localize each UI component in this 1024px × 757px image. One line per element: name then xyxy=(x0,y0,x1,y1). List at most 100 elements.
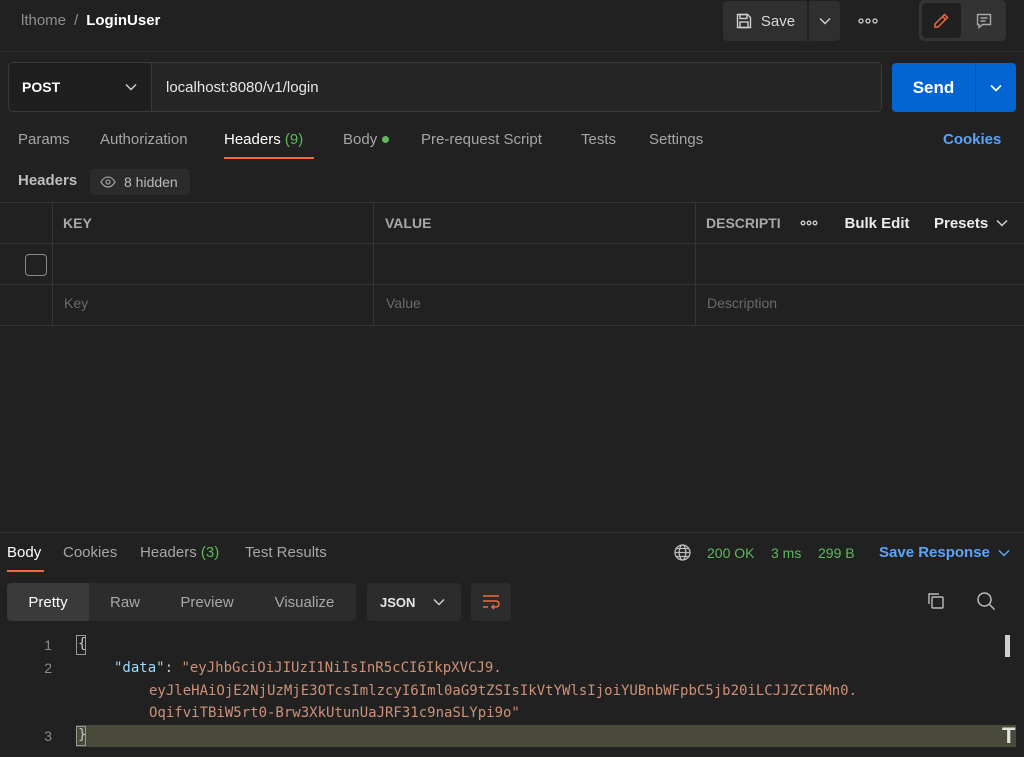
save-response-button[interactable]: Save Response xyxy=(879,544,1010,561)
code-close-brace: } xyxy=(78,727,87,743)
language-select[interactable]: JSON xyxy=(367,583,461,621)
format-tab-preview[interactable]: Preview xyxy=(161,583,253,621)
more-horizontal-icon xyxy=(800,220,818,226)
breadcrumb-separator: / xyxy=(74,12,79,29)
save-response-label: Save Response xyxy=(879,544,990,561)
tab-params[interactable]: Params xyxy=(18,131,70,148)
breadcrumb: lthome / LoginUser xyxy=(21,12,160,29)
line-number: 3 xyxy=(44,728,52,744)
cookies-link[interactable]: Cookies xyxy=(943,131,1001,148)
table-column-divider xyxy=(695,202,696,326)
save-dropdown-button[interactable] xyxy=(809,1,840,41)
code-line-2: "data": "eyJhbGciOiJIUzI1NiIsInR5cCI6Ikp… xyxy=(114,660,502,676)
response-time[interactable]: 3 ms xyxy=(771,545,801,561)
comment-icon xyxy=(975,12,993,30)
tab-body[interactable]: Body xyxy=(343,131,390,148)
tab-headers-count: (9) xyxy=(284,131,304,148)
response-code-view[interactable]: 1 2 3 { "data": "eyJhbGciOiJIUzI1NiIsInR… xyxy=(0,632,1024,757)
response-tab-headers-label: Headers xyxy=(140,544,197,561)
globe-icon[interactable] xyxy=(673,543,692,562)
description-input[interactable]: Description xyxy=(707,295,777,311)
line-number: 2 xyxy=(44,660,52,676)
request-name[interactable]: LoginUser xyxy=(86,12,160,29)
mode-toggle xyxy=(919,0,1006,41)
tab-authorization[interactable]: Authorization xyxy=(100,131,188,148)
table-border xyxy=(0,243,1024,244)
response-tab-body[interactable]: Body xyxy=(7,544,41,561)
more-horizontal-icon xyxy=(858,18,878,24)
comment-mode-button[interactable] xyxy=(965,3,1004,38)
json-colon: : xyxy=(164,660,182,676)
chevron-down-icon xyxy=(818,17,831,25)
save-label: Save xyxy=(760,12,796,30)
response-tab-headers[interactable]: Headers (3) xyxy=(140,544,219,561)
json-key: "data" xyxy=(114,660,165,676)
send-group: Send xyxy=(892,63,1016,112)
method-select[interactable]: POST xyxy=(9,63,152,111)
tab-pre-request-script[interactable]: Pre-request Script xyxy=(421,131,542,148)
headers-table: KEY VALUE DESCRIPTI Bulk Edit Presets Ke… xyxy=(0,202,1024,326)
pencil-icon xyxy=(932,12,950,30)
active-response-tab-indicator xyxy=(7,570,44,572)
format-tab-pretty[interactable]: Pretty xyxy=(7,583,89,621)
body-modified-dot xyxy=(382,135,390,143)
row-enable-checkbox[interactable] xyxy=(25,254,47,276)
value-input[interactable]: Value xyxy=(386,295,421,311)
response-tab-test-results[interactable]: Test Results xyxy=(245,544,327,561)
json-value-part1: "eyJhbGciOiJIUzI1NiIsInR5cCI6IkpXVCJ9. xyxy=(181,660,502,676)
key-input[interactable]: Key xyxy=(64,295,88,311)
save-button[interactable]: Save xyxy=(723,1,807,41)
edit-mode-button[interactable] xyxy=(922,3,961,38)
wrap-lines-button[interactable] xyxy=(471,583,511,621)
tab-tests[interactable]: Tests xyxy=(581,131,616,148)
column-header-value: VALUE xyxy=(385,215,432,231)
chevron-down-icon xyxy=(998,549,1010,557)
more-options-button[interactable] xyxy=(852,10,884,32)
table-column-divider xyxy=(373,202,374,326)
bulk-edit-button[interactable]: Bulk Edit xyxy=(832,215,922,232)
column-header-key: KEY xyxy=(63,215,92,231)
tab-headers-label: Headers xyxy=(224,131,281,148)
breadcrumb-workspace[interactable]: lthome xyxy=(21,12,66,29)
send-button[interactable]: Send xyxy=(892,63,975,112)
eye-icon xyxy=(100,176,116,188)
language-label: JSON xyxy=(380,594,416,610)
tab-settings[interactable]: Settings xyxy=(649,131,703,148)
response-divider[interactable] xyxy=(0,532,1024,533)
request-url-bar: POST xyxy=(8,62,882,112)
code-open-brace: { xyxy=(78,636,87,652)
scrollbar-marker[interactable] xyxy=(1005,635,1010,657)
tab-body-label: Body xyxy=(343,131,378,148)
json-value-part3: OqifviTBiW5rt0-Brw3XkUtunUaJRF31c9naSLYp… xyxy=(149,705,520,721)
hidden-headers-toggle[interactable]: 8 hidden xyxy=(90,169,190,195)
format-tabs: Pretty Raw Preview Visualize xyxy=(7,583,356,621)
response-tab-cookies[interactable]: Cookies xyxy=(63,544,117,561)
method-label: POST xyxy=(22,79,61,95)
headers-section-label: Headers xyxy=(18,172,78,189)
url-input[interactable] xyxy=(152,63,881,111)
search-icon[interactable] xyxy=(976,591,996,611)
chevron-down-icon xyxy=(990,84,1002,92)
table-border xyxy=(0,284,1024,285)
hidden-headers-label: 8 hidden xyxy=(124,174,178,190)
format-tab-visualize[interactable]: Visualize xyxy=(253,583,356,621)
save-group: Save xyxy=(723,1,840,41)
table-actions: Bulk Edit Presets xyxy=(786,203,1024,243)
line-number: 1 xyxy=(44,637,52,653)
presets-dropdown[interactable]: Presets xyxy=(934,215,1008,232)
presets-label: Presets xyxy=(934,214,989,232)
table-more-button[interactable] xyxy=(786,203,832,243)
chevron-down-icon xyxy=(996,219,1008,227)
json-value-part2: eyJleHAiOjE2NjUzMjE3OTcsImlzcyI6Iml0aG9t… xyxy=(149,683,858,699)
format-tab-raw[interactable]: Raw xyxy=(89,583,161,621)
copy-icon[interactable] xyxy=(926,591,946,611)
chevron-down-icon xyxy=(125,83,137,91)
table-border-bottom xyxy=(0,325,1024,326)
wrap-lines-icon xyxy=(481,594,501,610)
status-code[interactable]: 200 OK xyxy=(707,545,754,561)
send-dropdown-button[interactable] xyxy=(975,63,1016,112)
response-size[interactable]: 299 B xyxy=(818,545,855,561)
chevron-down-icon xyxy=(433,598,445,606)
active-tab-indicator xyxy=(224,157,314,159)
tab-headers[interactable]: Headers (9) xyxy=(224,131,303,148)
